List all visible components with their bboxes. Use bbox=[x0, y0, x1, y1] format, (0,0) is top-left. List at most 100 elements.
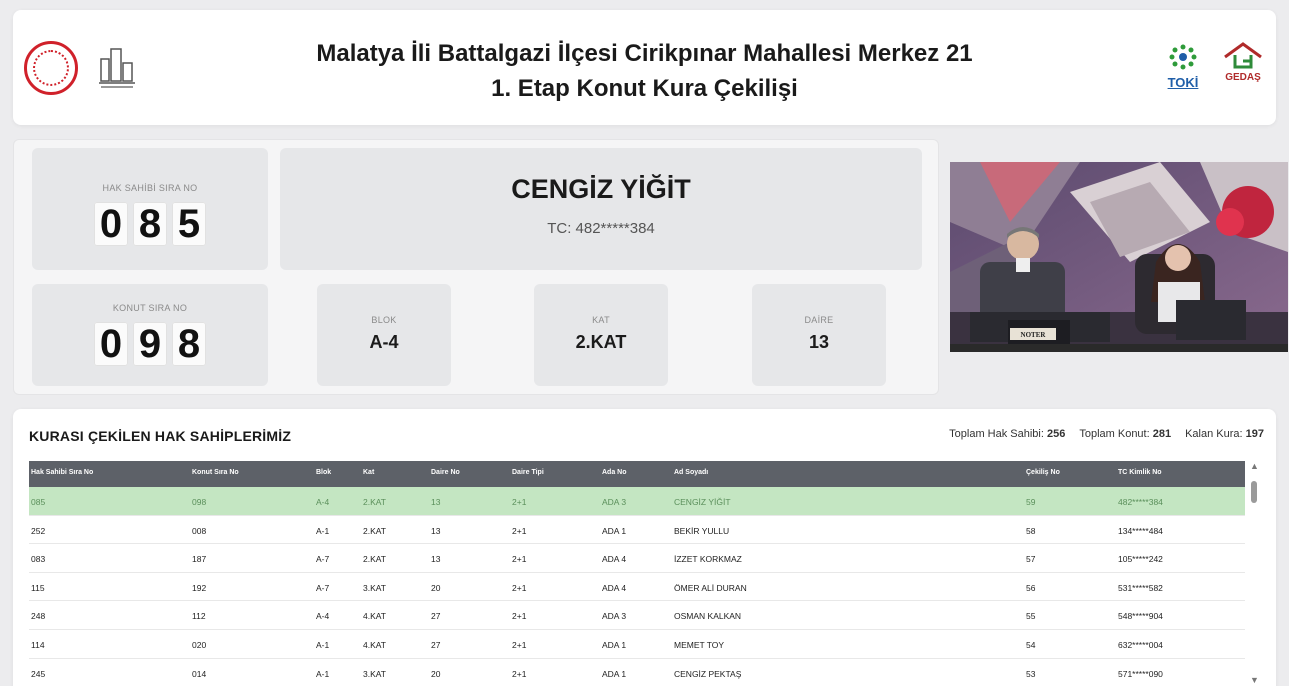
results-list-panel: KURASI ÇEKİLEN HAK SAHİPLERİMİZ Toplam H… bbox=[13, 409, 1276, 686]
table-cell: 252 bbox=[31, 525, 46, 536]
table-row: 245 014 A-1 3.KAT 20 2+1 ADA 1 CENGİZ PEKTAŞ 53 5… bbox=[29, 659, 1245, 686]
digit: 0 bbox=[94, 202, 128, 246]
table-row: 083 187 A-7 2.KAT 13 2+1 ADA 4 İZZET KORKMAZ 57 1… bbox=[29, 544, 1245, 573]
table-cell: 2+1 bbox=[512, 582, 527, 593]
stat-total-units: Toplam Konut: 281 bbox=[1079, 428, 1172, 440]
table-cell: 2+1 bbox=[512, 554, 527, 565]
stat-remaining: Kalan Kura: 197 bbox=[1185, 428, 1264, 440]
toki-logo: TOKİ bbox=[1166, 42, 1200, 92]
digit: 8 bbox=[133, 202, 167, 246]
table-cell: 115 bbox=[31, 582, 45, 593]
table-cell: 112 bbox=[192, 611, 206, 622]
table-cell: 571*****090 bbox=[1118, 668, 1163, 679]
table-cell: CENGİZ PEKTAŞ bbox=[674, 668, 742, 679]
table-cell: 27 bbox=[431, 611, 441, 622]
scroll-down-arrow-icon[interactable]: ▼ bbox=[1250, 675, 1259, 685]
table-cell: 57 bbox=[1026, 554, 1036, 565]
table-cell: ADA 3 bbox=[602, 611, 627, 622]
winner-name: CENGİZ YİĞİT bbox=[511, 174, 691, 204]
daire-label: DAİRE bbox=[804, 315, 834, 325]
table-cell: A-4 bbox=[316, 611, 330, 622]
table-cell: 58 bbox=[1026, 525, 1036, 536]
column-header: Daire Tipi bbox=[512, 469, 544, 476]
table-cell: 098 bbox=[192, 497, 207, 507]
column-header: Ada No bbox=[602, 469, 627, 476]
column-header: Ad Soyadı bbox=[674, 469, 709, 476]
table-cell: 105*****242 bbox=[1118, 554, 1163, 565]
table-cell: 085 bbox=[31, 497, 46, 507]
column-header: Blok bbox=[316, 469, 332, 476]
table-cell: 008 bbox=[192, 525, 207, 536]
table-cell: 2+1 bbox=[512, 611, 527, 622]
draw-stats: Toplam Hak Sahibi: 256 Toplam Konut: 281… bbox=[949, 428, 1264, 440]
table-cell: 2.KAT bbox=[363, 554, 386, 565]
video-frame-image: NOTER bbox=[950, 162, 1288, 352]
table-row: 248 112 A-4 4.KAT 27 2+1 ADA 3 OSMAN KALKAN 55 54… bbox=[29, 601, 1245, 630]
table-cell: MEMET TOY bbox=[674, 639, 725, 650]
scrollbar-thumb[interactable] bbox=[1251, 481, 1257, 503]
table-cell: 56 bbox=[1026, 582, 1036, 593]
table-cell: 2+1 bbox=[512, 668, 527, 679]
table-cell: ÖMER ALİ DURAN bbox=[674, 582, 747, 593]
table-body: 085 098 A-4 2.KAT 13 2+1 ADA 3 CENGİZ YİĞİT 59 48… bbox=[29, 487, 1245, 686]
winner-tc: TC: 482*****384 bbox=[547, 220, 655, 237]
table-cell: 53 bbox=[1026, 668, 1036, 679]
digit: 0 bbox=[94, 322, 128, 366]
table-row: 114 020 A-1 4.KAT 27 2+1 ADA 1 MEMET TOY 54 632**… bbox=[29, 630, 1245, 659]
daire-box: DAİRE 13 bbox=[752, 284, 886, 386]
table-cell: 27 bbox=[431, 639, 441, 650]
column-header: Hak Sahibi Sıra No bbox=[31, 469, 94, 476]
title-line-1: Malatya İli Battalgazi İlçesi Cirikpınar… bbox=[316, 40, 973, 67]
table-cell: 4.KAT bbox=[363, 611, 386, 622]
table-cell: A-4 bbox=[316, 497, 330, 507]
table-cell: A-1 bbox=[316, 525, 330, 536]
table-cell: 548*****904 bbox=[1118, 611, 1163, 622]
hak-sahibi-number: 0 8 5 bbox=[32, 202, 268, 246]
table-cell: 13 bbox=[431, 554, 441, 565]
digit: 5 bbox=[172, 202, 206, 246]
column-header: Daire No bbox=[431, 469, 460, 476]
title-line-2: 1. Etap Konut Kura Çekilişi bbox=[491, 75, 798, 102]
kat-label: KAT bbox=[592, 315, 610, 325]
table-cell: 2+1 bbox=[512, 497, 527, 507]
table-cell: A-7 bbox=[316, 582, 330, 593]
column-header: Kat bbox=[363, 469, 375, 476]
daire-value: 13 bbox=[808, 332, 830, 352]
table-row: 085 098 A-4 2.KAT 13 2+1 ADA 3 CENGİZ YİĞİT 59 48… bbox=[29, 487, 1245, 516]
table-cell: A-1 bbox=[316, 639, 330, 650]
table-cell: ADA 4 bbox=[602, 554, 627, 565]
page-title: Malatya İli Battalgazi İlçesi Cirikpınar… bbox=[213, 36, 1076, 106]
table-cell: 3.KAT bbox=[363, 582, 386, 593]
table-cell: 20 bbox=[431, 668, 441, 679]
live-video-feed: NOTER bbox=[950, 162, 1288, 352]
kat-box: KAT 2.KAT bbox=[534, 284, 668, 386]
scroll-up-arrow-icon[interactable]: ▲ bbox=[1250, 461, 1259, 471]
table-cell: 20 bbox=[431, 582, 441, 593]
kat-value: 2.KAT bbox=[575, 332, 627, 352]
digit: 8 bbox=[172, 322, 206, 366]
konut-box: KONUT SIRA NO 0 9 8 bbox=[32, 284, 268, 386]
noter-sign: NOTER bbox=[1021, 331, 1047, 339]
digit: 9 bbox=[133, 322, 167, 366]
table-cell: 245 bbox=[31, 668, 46, 679]
table-cell: 13 bbox=[431, 497, 441, 507]
table-scrollbar[interactable]: ▲ ▼ bbox=[1247, 461, 1263, 686]
table-cell: 2+1 bbox=[512, 639, 527, 650]
column-header: Çekiliş No bbox=[1026, 469, 1060, 476]
hak-sahibi-box: HAK SAHİBİ SIRA NO 0 8 5 bbox=[32, 148, 268, 270]
results-list-title: KURASI ÇEKİLEN HAK SAHİPLERİMİZ bbox=[29, 428, 292, 444]
table-cell: BEKİR YULLU bbox=[674, 525, 730, 536]
table-cell: 020 bbox=[192, 639, 207, 650]
table-cell: OSMAN KALKAN bbox=[674, 611, 742, 622]
winner-box: CENGİZ YİĞİT TC: 482*****384 bbox=[280, 148, 922, 270]
table-cell: 187 bbox=[192, 554, 207, 565]
stat-total-owners: Toplam Hak Sahibi: 256 bbox=[949, 428, 1066, 440]
table-cell: 248 bbox=[31, 611, 46, 622]
table-row: 115 192 A-7 3.KAT 20 2+1 ADA 4 ÖMER ALİ DURAN 56… bbox=[29, 573, 1245, 602]
table-cell: 014 bbox=[192, 668, 207, 679]
table-cell: 482*****384 bbox=[1118, 497, 1163, 507]
table-cell: 2+1 bbox=[512, 525, 527, 536]
column-header: TC Kimlik No bbox=[1118, 469, 1162, 476]
table-cell: 083 bbox=[31, 554, 46, 565]
current-draw-panel: HAK SAHİBİ SIRA NO 0 8 5 CENGİZ YİĞİT TC… bbox=[13, 139, 939, 395]
